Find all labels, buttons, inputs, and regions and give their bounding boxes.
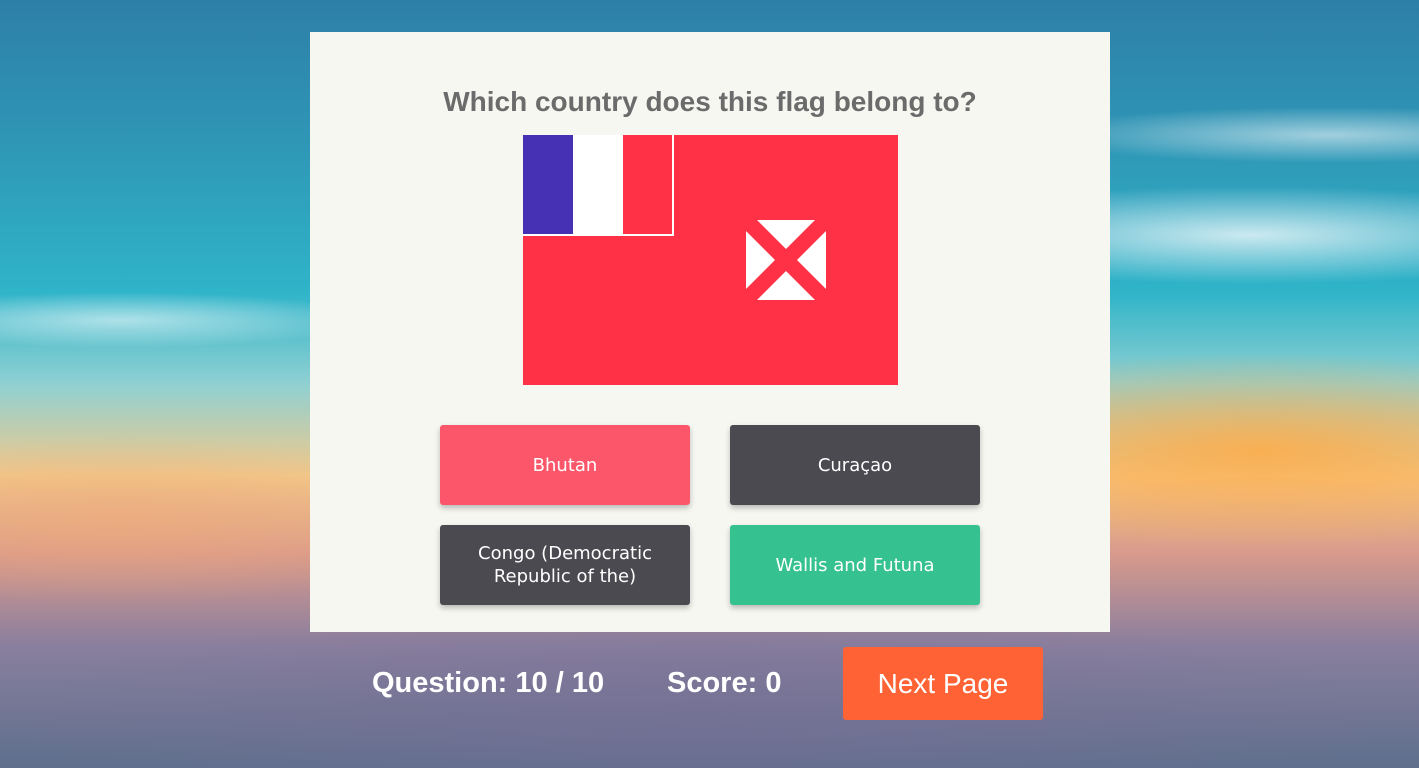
flag-saltire xyxy=(746,220,826,300)
answer-button-congo[interactable]: Congo (Democratic Republic of the) xyxy=(440,525,690,605)
quiz-card: Which country does this flag belong to? … xyxy=(310,32,1110,632)
flag-canton-white xyxy=(573,135,623,234)
answer-button-wallis-and-futuna[interactable]: Wallis and Futuna xyxy=(730,525,980,605)
flag-image xyxy=(523,135,898,385)
question-progress: Question: 10 / 10 xyxy=(372,667,605,699)
flag-canton-red xyxy=(623,135,672,234)
next-page-button[interactable]: Next Page xyxy=(843,647,1043,720)
score-display: Score: 0 xyxy=(667,667,782,699)
answer-button-curacao[interactable]: Curaçao xyxy=(730,425,980,505)
flag-canton-blue xyxy=(523,135,573,234)
answer-button-bhutan[interactable]: Bhutan xyxy=(440,425,690,505)
question-text: Which country does this flag belong to? xyxy=(443,86,977,117)
